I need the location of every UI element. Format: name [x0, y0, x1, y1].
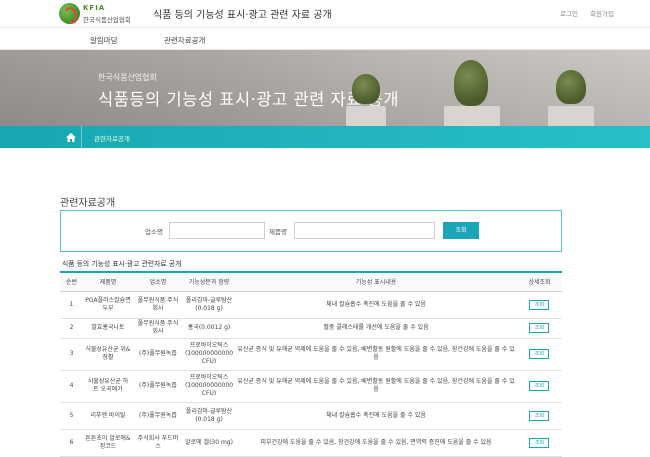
cell-no: 6 [60, 429, 83, 457]
view-button[interactable]: 조회 [529, 323, 550, 333]
cell-detail: 조회 [516, 370, 562, 403]
home-icon [66, 133, 76, 142]
cell-detail: 조회 [516, 402, 562, 430]
table-caption: 식품 등의 기능성 표시·광고 관련자료 공개 [62, 260, 182, 268]
logo-en-text: KFIA [83, 4, 106, 12]
breadcrumb-current[interactable]: 관련자료공개 [94, 133, 130, 143]
cell-claim: 피부건강에 도움을 줄 수 있음, 장건강에 도움을 줄 수 있음, 면역력 증… [235, 429, 517, 457]
table-row: 2 발효홍국나토 풀무원식품 주식회사 홍국(0.0012 g) 혈중 콜레스테… [60, 318, 562, 339]
cell-product: 발효홍국나토 [82, 318, 133, 339]
col-header-detail: 상세조회 [516, 271, 562, 292]
site-logo[interactable]: KFIA 한국식품산업협회 [59, 3, 143, 25]
cell-product: 튼튼초이 알로에&정코드 [82, 429, 133, 457]
view-button[interactable]: 조회 [529, 437, 550, 448]
cell-ingredient: 알로에 겔(30 mg) [182, 429, 236, 457]
cell-detail: 조회 [516, 429, 562, 457]
cell-detail: 조회 [516, 318, 562, 339]
cell-ingredient: 프로바이오틱스 (100000000000 CFU) [182, 338, 236, 371]
col-header-company: 업소명 [132, 271, 183, 292]
col-header-ingredient: 기능성분과 함량 [182, 271, 236, 292]
main-nav: 알림마당 관련자료공개 [0, 28, 650, 50]
cell-claim: 유산균 증식 및 유해균 억제에 도움을 줄 수 있음, 배변활동 원활에 도움… [235, 338, 517, 371]
cell-product: 리푸엔 바이탈 [82, 402, 133, 430]
pot-right-image [548, 106, 594, 126]
table-row: 5 리푸엔 바이탈 (주)풀무원녹즙 폴리감마-글루탐산 (0.018 g) 체… [60, 402, 562, 430]
product-label: 제품명 [269, 228, 287, 236]
cactus-right-image [556, 70, 586, 104]
table-row: 1 PGA플러스칼슘면두부 풀무원식품 주식회사 폴리감마-글루탐산 (0.01… [60, 291, 562, 319]
cell-no: 4 [60, 370, 83, 403]
logo-emblem-icon [59, 3, 80, 24]
home-button[interactable] [60, 126, 82, 148]
table-row: 4 식물성유산균 하트 오곡애가 (주)풀무원녹즙 프로바이오틱스 (10000… [60, 370, 562, 403]
cell-detail: 조회 [516, 338, 562, 371]
cell-company: 풀무원식품 주식회사 [132, 291, 183, 319]
table-header-row: 순번 제품명 업소명 기능성분과 함량 기능성 표시내용 상세조회 [60, 271, 562, 292]
cell-ingredient: 폴리감마-글루탐산 (0.018 g) [182, 402, 236, 430]
cell-claim: 체내 칼슘흡수 촉진에 도움을 줄 수 있음 [235, 291, 517, 319]
nav-item-notice[interactable]: 알림마당 [90, 35, 118, 46]
hero-banner: 한국식품산업협회 식품등의 기능성 표시·광고 관련 자료 공개 [0, 50, 650, 126]
cell-no: 1 [60, 291, 83, 319]
cell-claim: 유산균 증식 및 유해균 억제에 도움을 줄 수 있음, 배변활동 원활에 도움… [235, 370, 517, 403]
cell-ingredient: 홍국(0.0012 g) [182, 318, 236, 339]
cell-ingredient: 프로바이오틱스 (100000000000 CFU) [182, 370, 236, 403]
cell-company: 주식회사 푸드머스 [132, 429, 183, 457]
cell-ingredient: 폴리감마-글루탐산 (0.018 g) [182, 291, 236, 319]
pot-middle-image [444, 106, 500, 126]
search-panel: 업소명 제품명 조회 [60, 210, 562, 252]
cell-company: (주)풀무원녹즙 [132, 370, 183, 403]
page-title: 관련자료공개 [60, 198, 116, 209]
nav-item-materials[interactable]: 관련자료공개 [164, 35, 205, 46]
site-title: 식품 등의 기능성 표시·광고 관련 자료 공개 [153, 10, 332, 21]
cell-claim: 혈중 콜레스테롤 개선에 도움을 줄 수 있음 [235, 318, 517, 339]
login-link[interactable]: 로그인 [560, 8, 578, 18]
view-button[interactable]: 조회 [529, 381, 550, 391]
view-button[interactable]: 조회 [529, 299, 550, 310]
cell-no: 5 [60, 402, 83, 430]
col-header-product: 제품명 [82, 271, 133, 292]
table-row: 3 식물성유산균 위&장활 (주)풀무원녹즙 프로바이오틱스 (10000000… [60, 338, 562, 371]
company-label: 업소명 [145, 228, 163, 236]
join-link[interactable]: 회원가입 [590, 8, 614, 18]
view-button[interactable]: 조회 [529, 349, 550, 359]
logo-ko-text: 한국식품산업협회 [83, 16, 131, 24]
cell-product: PGA플러스칼슘면두부 [82, 291, 133, 319]
search-button[interactable]: 조회 [443, 222, 479, 239]
view-button[interactable]: 조회 [529, 410, 550, 421]
cactus-left-image [352, 74, 380, 104]
cell-detail: 조회 [516, 291, 562, 319]
pot-left-image [346, 106, 386, 126]
col-header-no: 순번 [60, 271, 83, 292]
cell-company: (주)풀무원녹즙 [132, 402, 183, 430]
cell-no: 3 [60, 338, 83, 371]
breadcrumb: 관련자료공개 [0, 126, 650, 148]
product-input[interactable] [294, 222, 435, 239]
cell-no: 2 [60, 318, 83, 339]
col-header-claim: 기능성 표시내용 [235, 271, 517, 292]
results-table: 순번 제품명 업소명 기능성분과 함량 기능성 표시내용 상세조회 1 PGA플… [60, 271, 562, 457]
company-input[interactable] [169, 222, 265, 239]
banner-subtitle: 한국식품산업협회 [98, 73, 157, 82]
table-row: 6 튼튼초이 알로에&정코드 주식회사 푸드머스 알로에 겔(30 mg) 피부… [60, 429, 562, 457]
cactus-middle-image [454, 60, 488, 106]
site-header: KFIA 한국식품산업협회 식품 등의 기능성 표시·광고 관련 자료 공개 로… [0, 0, 650, 28]
cell-product: 식물성유산균 하트 오곡애가 [82, 370, 133, 403]
cell-company: (주)풀무원녹즙 [132, 338, 183, 371]
cell-claim: 체내 칼슘흡수 촉진에 도움을 줄 수 있음 [235, 402, 517, 430]
cell-company: 풀무원식품 주식회사 [132, 318, 183, 339]
cell-product: 식물성유산균 위&장활 [82, 338, 133, 371]
